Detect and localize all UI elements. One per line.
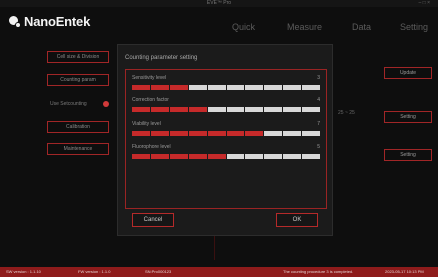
slider-segment[interactable] xyxy=(132,107,150,112)
param-label: Fluorophore level xyxy=(132,144,171,150)
slider-segment[interactable] xyxy=(264,131,283,136)
slider-segment[interactable] xyxy=(207,85,226,90)
slider-segment[interactable] xyxy=(188,131,207,136)
slider-segment[interactable] xyxy=(169,131,188,136)
slider-segment[interactable] xyxy=(150,131,169,136)
slider-segment[interactable] xyxy=(188,85,207,90)
slider-segment[interactable] xyxy=(245,107,264,112)
slider-segment[interactable] xyxy=(207,154,226,159)
param-label: Sensitivity level xyxy=(132,75,167,81)
slider-segment[interactable] xyxy=(302,131,321,136)
slider-segment[interactable] xyxy=(264,107,283,112)
title-bar: EVE™ Pro – □ × xyxy=(0,0,438,7)
cancel-button[interactable]: Cancel xyxy=(132,213,174,227)
dialog-title: Counting parameter setting xyxy=(125,55,198,61)
slider-segment[interactable] xyxy=(169,107,188,112)
fluorophore-slider[interactable] xyxy=(132,154,321,159)
slider-segment[interactable] xyxy=(207,131,226,136)
slider-segment[interactable] xyxy=(302,154,321,159)
slider-segment[interactable] xyxy=(132,131,150,136)
slider-segment[interactable] xyxy=(226,107,245,112)
slider-segment[interactable] xyxy=(188,107,207,112)
use-setcounting-label: Use Setcounting xyxy=(50,101,87,107)
param-value: 3 xyxy=(317,75,320,81)
counting-param-button[interactable]: Counting param xyxy=(47,74,109,86)
slider-segment[interactable] xyxy=(226,85,245,90)
slider-segment[interactable] xyxy=(283,154,302,159)
slider-segment[interactable] xyxy=(264,85,283,90)
slider-segment[interactable] xyxy=(188,154,207,159)
slider-segment[interactable] xyxy=(169,85,188,90)
slider-segment[interactable] xyxy=(150,85,169,90)
param-value: 4 xyxy=(317,97,320,103)
slider-segment[interactable] xyxy=(226,131,245,136)
slider-segment[interactable] xyxy=(283,107,302,112)
update-button[interactable]: Update xyxy=(384,67,432,79)
date-time: 2023-05-17 10:13 PM xyxy=(385,269,424,274)
param-label: Correction factor xyxy=(132,97,169,103)
brand-logo: NanoEntek xyxy=(9,14,90,29)
calibration-button[interactable]: Calibration xyxy=(47,121,109,133)
slider-segment[interactable] xyxy=(302,85,321,90)
correction-slider[interactable] xyxy=(132,107,321,112)
range-text: 25 ~ 25 xyxy=(338,110,355,116)
slider-segment[interactable] xyxy=(245,154,264,159)
brand-name: NanoEntek xyxy=(24,14,91,29)
ok-button[interactable]: OK xyxy=(276,213,318,227)
nav-quick[interactable]: Quick xyxy=(232,22,255,32)
window-title: EVE™ Pro xyxy=(206,0,232,6)
slider-segment[interactable] xyxy=(169,154,188,159)
status-bar: SW version : 1.1.10 FW version : 1.1.0 S… xyxy=(0,267,438,277)
divider xyxy=(214,236,215,260)
viability-slider[interactable] xyxy=(132,131,321,136)
use-setcounting-radio[interactable] xyxy=(103,101,109,107)
cell-size-division-button[interactable]: Cell size & Division xyxy=(47,51,109,63)
counting-parameter-dialog: Counting parameter setting Sensitivity l… xyxy=(117,44,333,236)
param-label: Viability level xyxy=(132,121,161,127)
fw-version: FW version : 1.1.0 xyxy=(78,269,111,274)
setting-button-2[interactable]: Setting xyxy=(384,149,432,161)
slider-segment[interactable] xyxy=(150,154,169,159)
parameter-panel: Sensitivity level 3 Correction factor 4 … xyxy=(125,69,327,209)
slider-segment[interactable] xyxy=(226,154,245,159)
slider-segment[interactable] xyxy=(207,107,226,112)
param-value: 7 xyxy=(317,121,320,127)
slider-segment[interactable] xyxy=(150,107,169,112)
slider-segment[interactable] xyxy=(283,131,302,136)
param-value: 5 xyxy=(317,144,320,150)
nav-data[interactable]: Data xyxy=(352,22,371,32)
slider-segment[interactable] xyxy=(245,85,264,90)
slider-segment[interactable] xyxy=(283,85,302,90)
sw-version: SW version : 1.1.10 xyxy=(6,269,41,274)
slider-segment[interactable] xyxy=(264,154,283,159)
nav-measure[interactable]: Measure xyxy=(287,22,322,32)
maintenance-button[interactable]: Maintenance xyxy=(47,143,109,155)
slider-segment[interactable] xyxy=(132,85,150,90)
slider-segment[interactable] xyxy=(132,154,150,159)
setting-button-1[interactable]: Setting xyxy=(384,111,432,123)
nav-setting[interactable]: Setting xyxy=(400,22,428,32)
slider-segment[interactable] xyxy=(245,131,264,136)
serial-number: SN:Pro000123 xyxy=(145,269,172,274)
logo-icon xyxy=(9,15,21,28)
window-controls[interactable]: – □ × xyxy=(419,0,431,7)
status-message: The counting procedure 3 is completed. xyxy=(283,269,354,274)
slider-segment[interactable] xyxy=(302,107,321,112)
sensitivity-slider[interactable] xyxy=(132,85,321,90)
